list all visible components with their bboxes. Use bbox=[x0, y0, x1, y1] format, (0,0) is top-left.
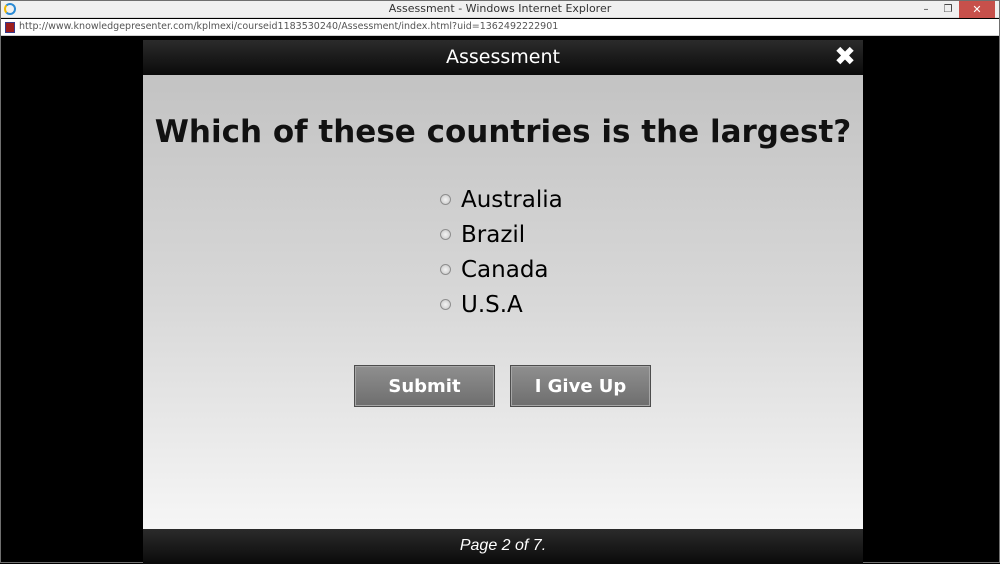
submit-button[interactable]: Submit bbox=[354, 365, 495, 407]
radio-button[interactable] bbox=[440, 194, 451, 205]
answer-options: Australia Brazil Canada U.S.A bbox=[440, 182, 563, 322]
option-usa[interactable]: U.S.A bbox=[440, 287, 563, 322]
title-bar: Assessment - Windows Internet Explorer –… bbox=[1, 1, 999, 18]
player-title: Assessment bbox=[446, 46, 560, 68]
option-australia[interactable]: Australia bbox=[440, 182, 563, 217]
restore-button[interactable]: ❐ bbox=[937, 1, 959, 18]
assessment-player: Assessment ✖ Which of these countries is… bbox=[143, 40, 863, 564]
option-label: Australia bbox=[461, 186, 563, 213]
option-canada[interactable]: Canada bbox=[440, 252, 563, 287]
question-panel: Which of these countries is the largest?… bbox=[143, 75, 863, 529]
close-icon[interactable]: ✖ bbox=[833, 42, 857, 72]
option-brazil[interactable]: Brazil bbox=[440, 217, 563, 252]
url-text[interactable]: http://www.knowledgepresenter.com/kplmex… bbox=[19, 21, 558, 32]
minimize-button[interactable]: – bbox=[915, 1, 937, 18]
player-header: Assessment ✖ bbox=[143, 40, 863, 75]
radio-button[interactable] bbox=[440, 229, 451, 240]
option-label: U.S.A bbox=[461, 291, 523, 318]
window-controls: – ❐ ✕ bbox=[915, 1, 995, 18]
address-bar[interactable]: http://www.knowledgepresenter.com/kplmex… bbox=[1, 19, 999, 36]
player-footer: Page 2 of 7. bbox=[143, 529, 863, 564]
browser-window: Assessment - Windows Internet Explorer –… bbox=[0, 0, 1000, 564]
page-indicator: Page 2 of 7. bbox=[459, 537, 547, 554]
window-title: Assessment - Windows Internet Explorer bbox=[388, 2, 612, 15]
question-text: Which of these countries is the largest? bbox=[154, 114, 852, 150]
window-close-button[interactable]: ✕ bbox=[959, 1, 995, 18]
option-label: Canada bbox=[461, 256, 549, 283]
radio-button[interactable] bbox=[440, 299, 451, 310]
give-up-button[interactable]: I Give Up bbox=[510, 365, 651, 407]
page-favicon-icon bbox=[5, 22, 15, 33]
radio-button[interactable] bbox=[440, 264, 451, 275]
option-label: Brazil bbox=[461, 221, 526, 248]
